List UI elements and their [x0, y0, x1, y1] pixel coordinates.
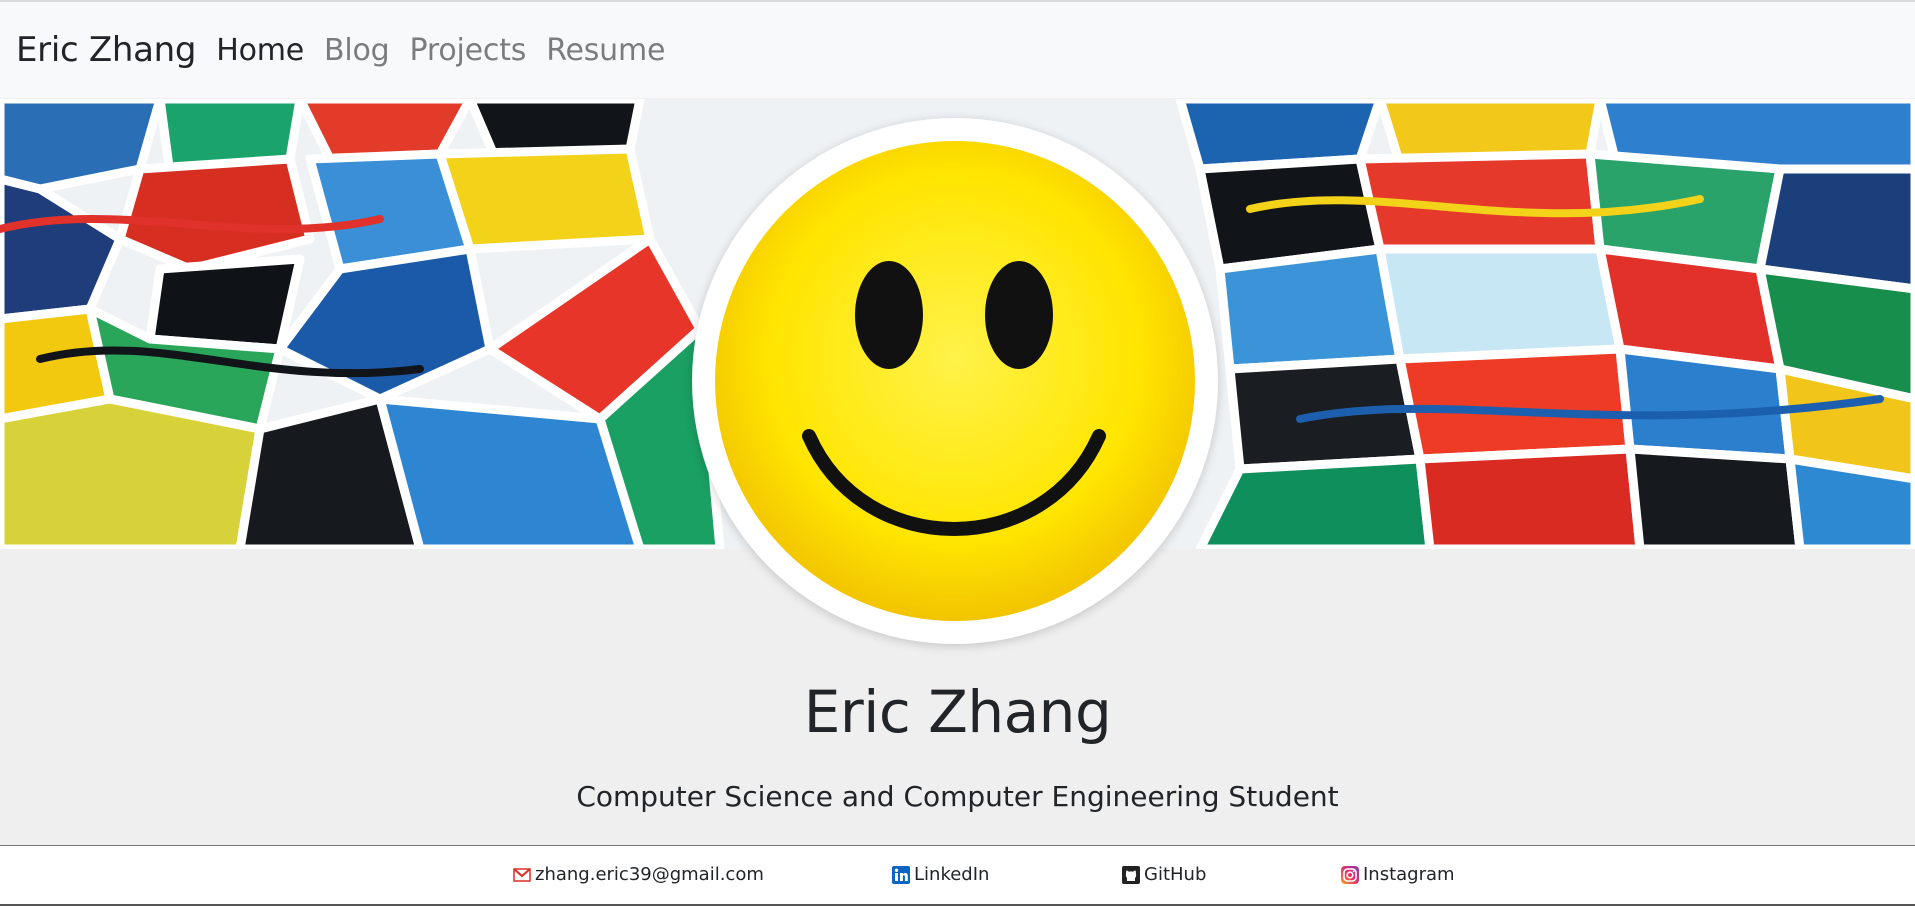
navbar-brand[interactable]: Eric Zhang [16, 30, 197, 70]
gmail-icon [513, 866, 531, 884]
nav-link-home[interactable]: Home [206, 33, 314, 68]
avatar [692, 118, 1218, 644]
instagram-link-label: Instagram [1363, 864, 1455, 885]
instagram-icon [1341, 865, 1359, 884]
footer: zhang.eric39@gmail.com LinkedIn GitHub I… [0, 845, 1915, 906]
email-link-label: zhang.eric39@gmail.com [535, 864, 764, 885]
linkedin-icon [892, 865, 910, 884]
email-link[interactable]: zhang.eric39@gmail.com [513, 864, 764, 885]
nav-link-blog[interactable]: Blog [314, 33, 400, 68]
page-title: Eric Zhang [803, 678, 1112, 746]
github-link[interactable]: GitHub [1122, 864, 1206, 885]
nav-link-resume[interactable]: Resume [536, 33, 675, 68]
navbar: Eric Zhang Home Blog Projects Resume [0, 0, 1915, 98]
nav-link-projects[interactable]: Projects [400, 33, 537, 68]
page-subtitle: Computer Science and Computer Engineerin… [576, 780, 1339, 813]
github-icon [1122, 865, 1140, 884]
instagram-link[interactable]: Instagram [1341, 864, 1455, 885]
linkedin-link-label: LinkedIn [914, 864, 990, 885]
smiley-face-icon [715, 141, 1195, 621]
linkedin-link[interactable]: LinkedIn [892, 864, 989, 885]
nav-links: Home Blog Projects Resume [206, 33, 675, 68]
github-link-label: GitHub [1144, 864, 1207, 885]
